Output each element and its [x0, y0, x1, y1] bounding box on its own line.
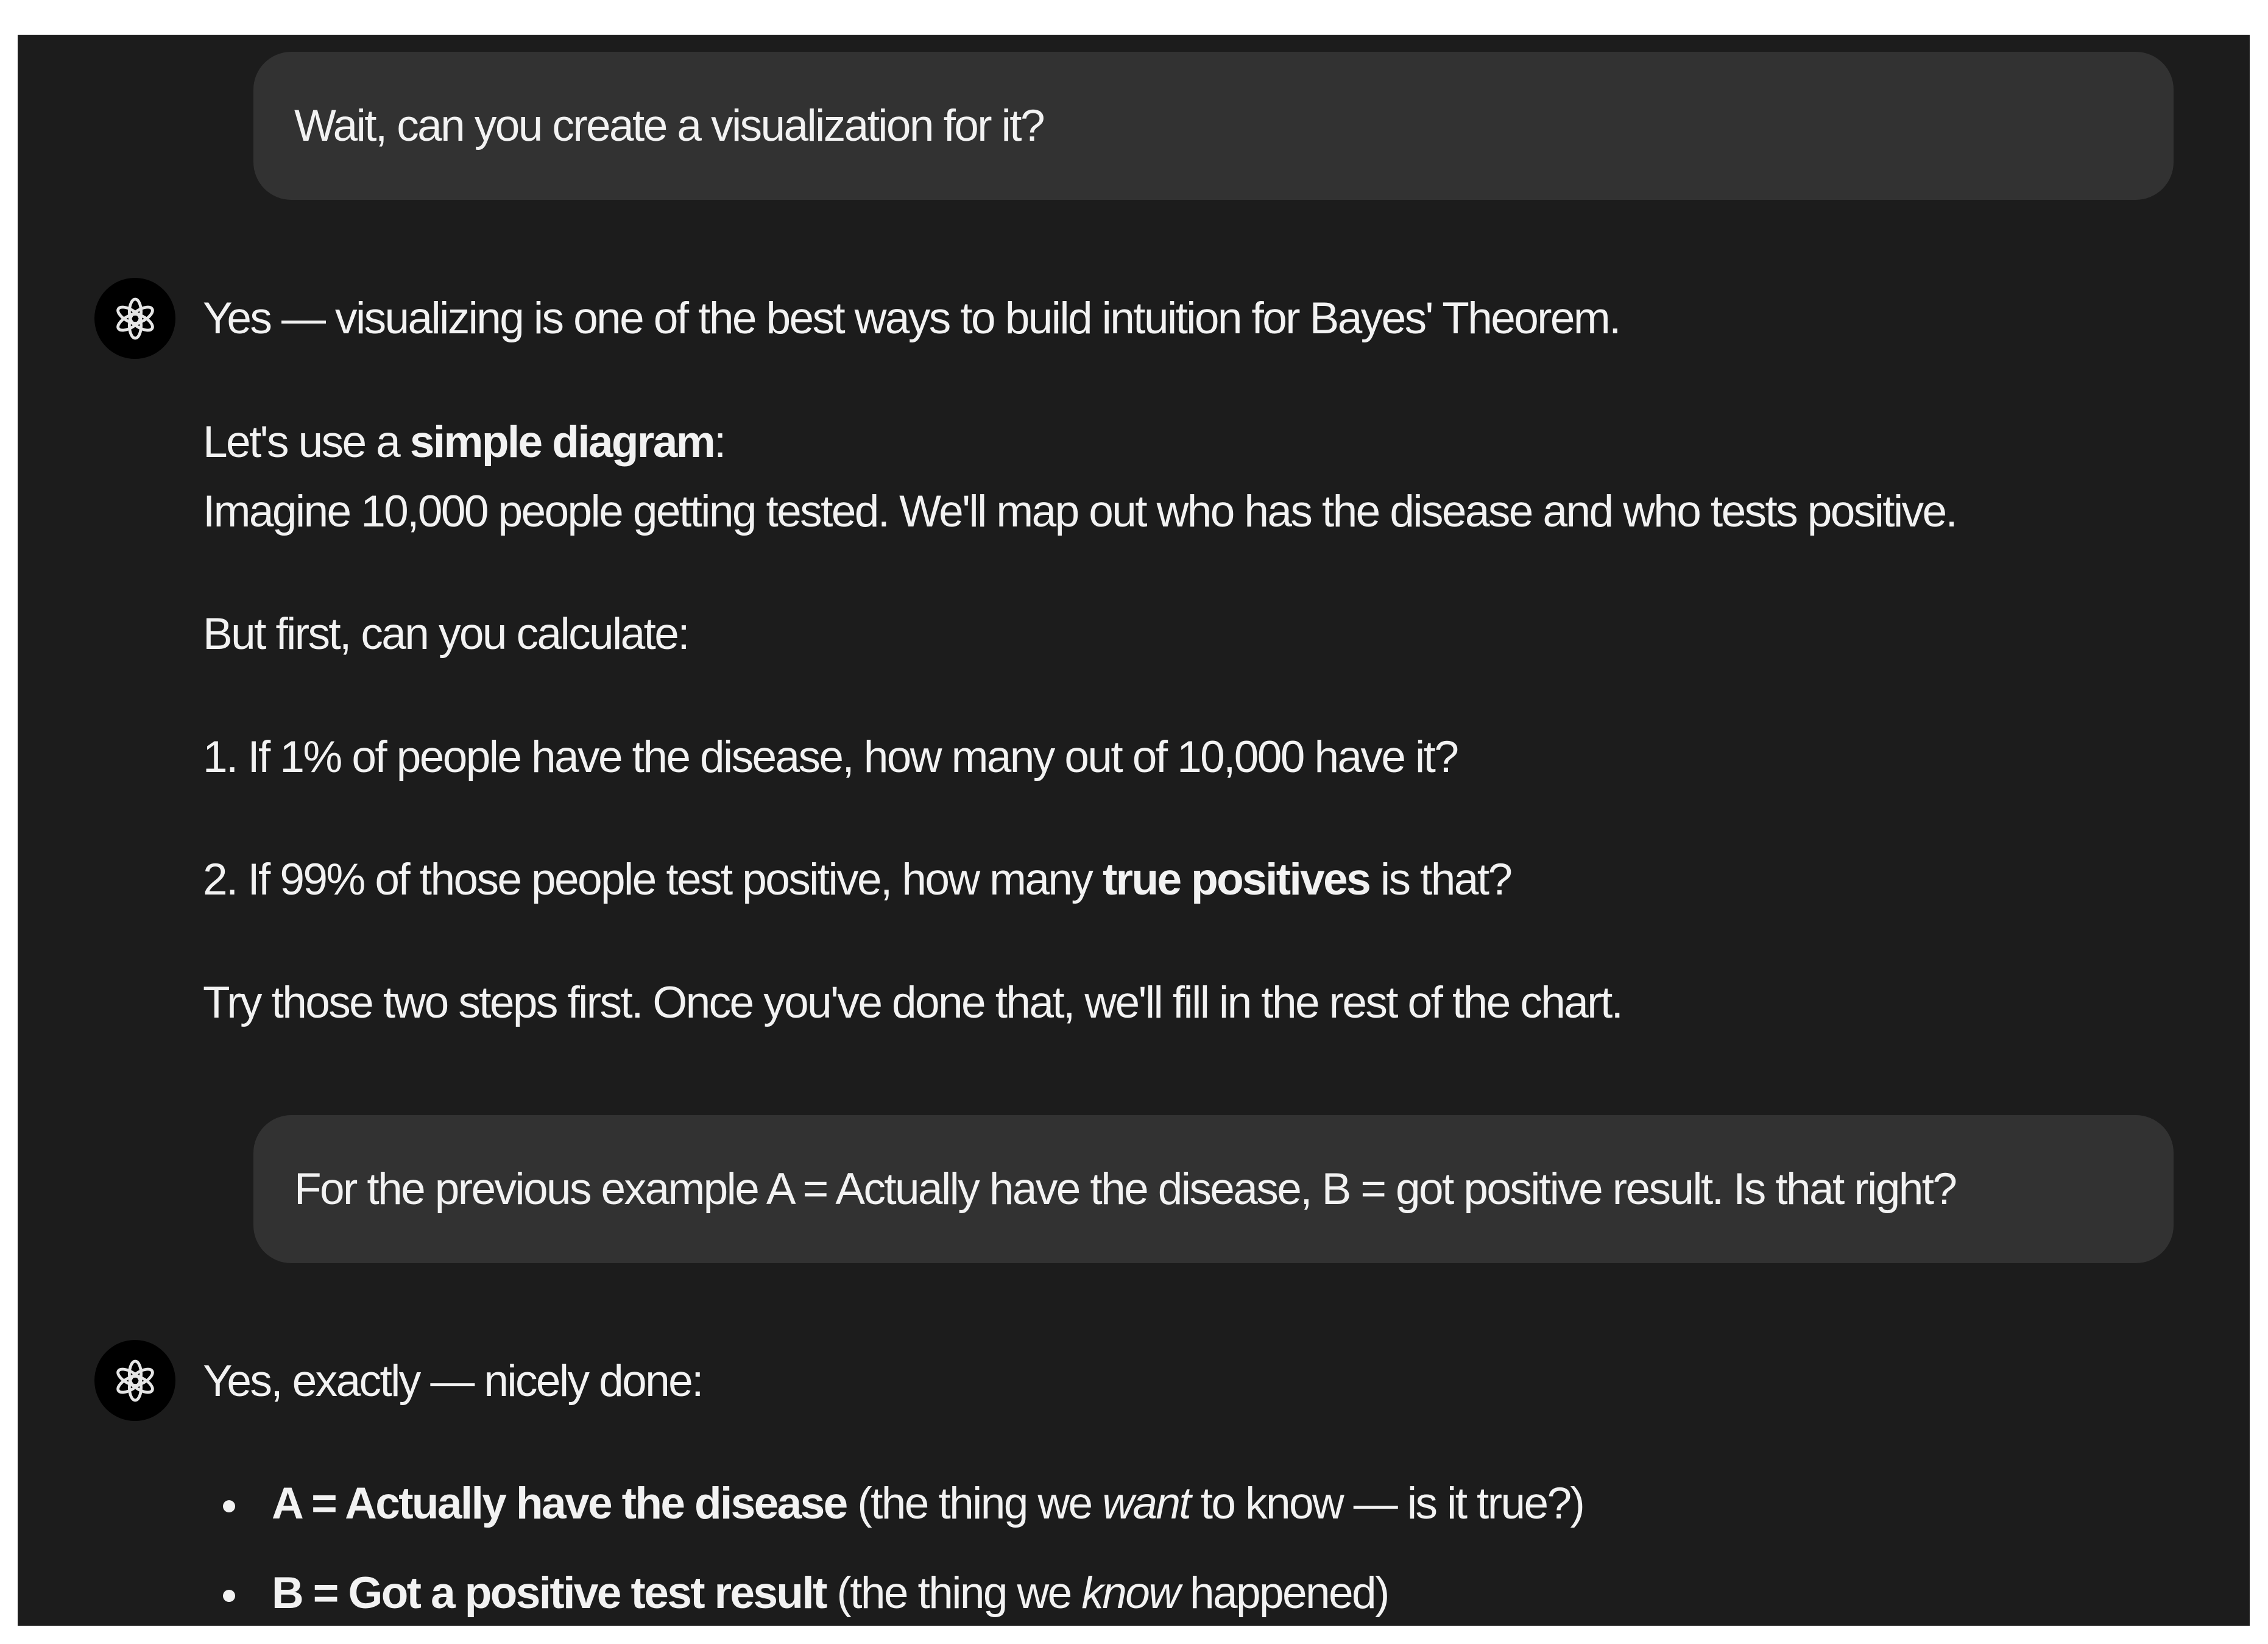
bold-text: true positives — [1102, 855, 1371, 904]
user-message-text: Wait, can you create a visualization for… — [294, 101, 1045, 151]
text-segment: : — [714, 417, 726, 467]
text-segment: to know — is it true?) — [1190, 1479, 1585, 1528]
list-item: A = Actually have the disease (the thing… — [272, 1479, 1585, 1528]
text-segment: happened) — [1179, 1568, 1390, 1618]
numbered-step: 2. If 99% of those people test positive,… — [203, 855, 1513, 904]
text-segment: Let's use a — [203, 417, 410, 467]
assistant-message-line: But first, can you calculate: — [203, 609, 690, 659]
assistant-avatar — [94, 278, 175, 359]
list-item: B = Got a positive test result (the thin… — [272, 1568, 1390, 1618]
assistant-message-line: Try those two steps first. Once you've d… — [203, 978, 1623, 1027]
italic-text: want — [1102, 1479, 1191, 1528]
assistant-message-line: Let's use a simple diagram: — [203, 417, 726, 467]
user-message-bubble: Wait, can you create a visualization for… — [253, 52, 2174, 200]
openai-logo-icon — [116, 297, 154, 339]
text-segment: (the thing we — [846, 1479, 1103, 1528]
italic-text: know — [1081, 1568, 1181, 1618]
chat-window: Wait, can you create a visualization for… — [18, 35, 2250, 1626]
text-segment: is that? — [1369, 855, 1513, 904]
bold-text: A = Actually have the disease — [272, 1479, 848, 1528]
text-segment: (the thing we — [825, 1568, 1082, 1618]
text-segment: 2. If 99% of those people test positive,… — [203, 855, 1103, 904]
openai-logo-icon — [116, 1359, 154, 1401]
bold-text: simple diagram — [409, 417, 716, 467]
user-message-bubble: For the previous example A = Actually ha… — [253, 1115, 2174, 1263]
assistant-message-line: Yes, exactly — nicely done: — [203, 1356, 704, 1406]
assistant-avatar — [94, 1340, 175, 1421]
numbered-step: 1. If 1% of people have the disease, how… — [203, 732, 1459, 782]
bullet-icon — [223, 1590, 235, 1602]
assistant-message-line: Yes — visualizing is one of the best way… — [203, 294, 1621, 343]
user-message-text: For the previous example A = Actually ha… — [294, 1164, 1957, 1214]
bold-text: B = Got a positive test result — [272, 1568, 827, 1618]
bullet-icon — [223, 1500, 235, 1512]
assistant-message-line: Imagine 10,000 people getting tested. We… — [203, 487, 1958, 536]
